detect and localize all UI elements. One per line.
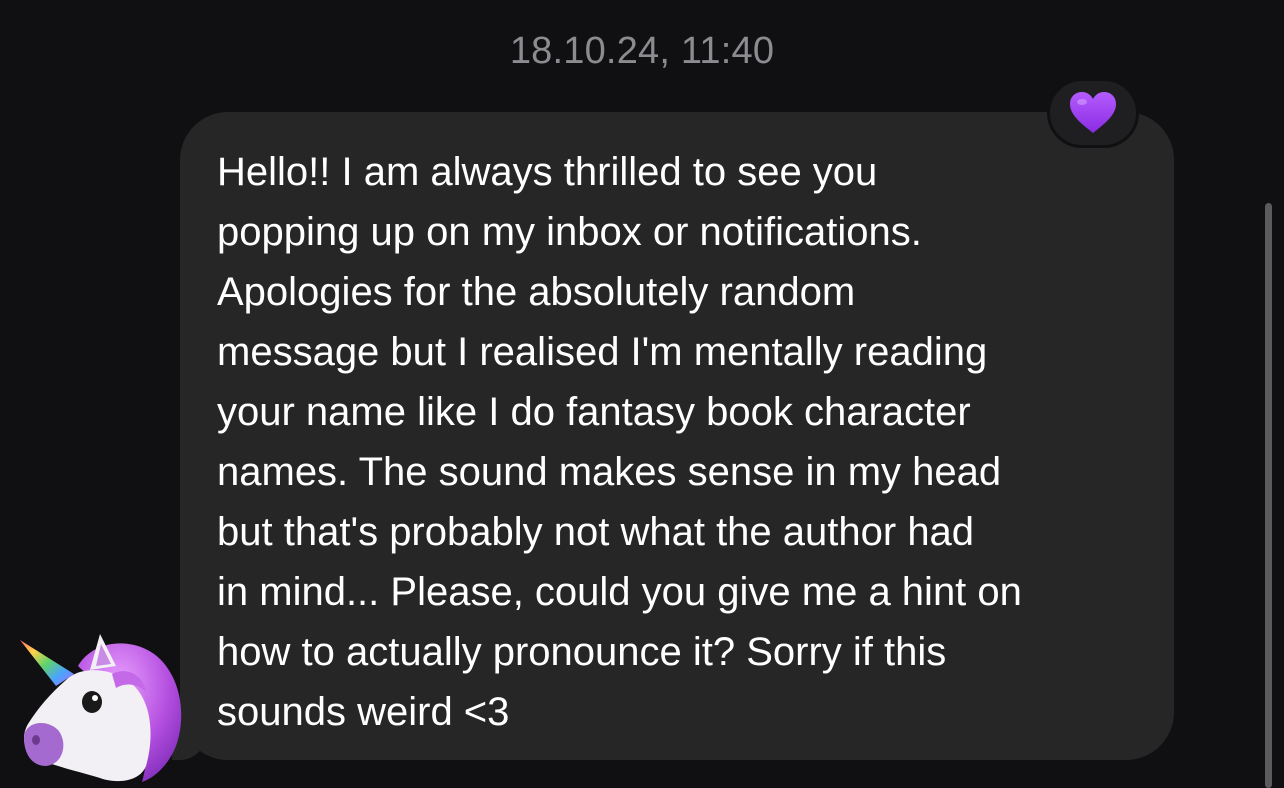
message-text: Hello!! I am always thrilled to see you …: [217, 150, 1022, 734]
message-bubble[interactable]: Hello!! I am always thrilled to see you …: [180, 112, 1174, 760]
chat-screen: 18.10.24, 11:40 Hello!! I am always thri…: [0, 0, 1284, 788]
reaction-badge[interactable]: [1047, 78, 1139, 148]
purple-heart-icon: [1070, 92, 1116, 133]
message-timestamp: 18.10.24, 11:40: [509, 30, 775, 72]
scrollbar[interactable]: [1265, 203, 1272, 788]
unicorn-icon: [20, 634, 182, 782]
